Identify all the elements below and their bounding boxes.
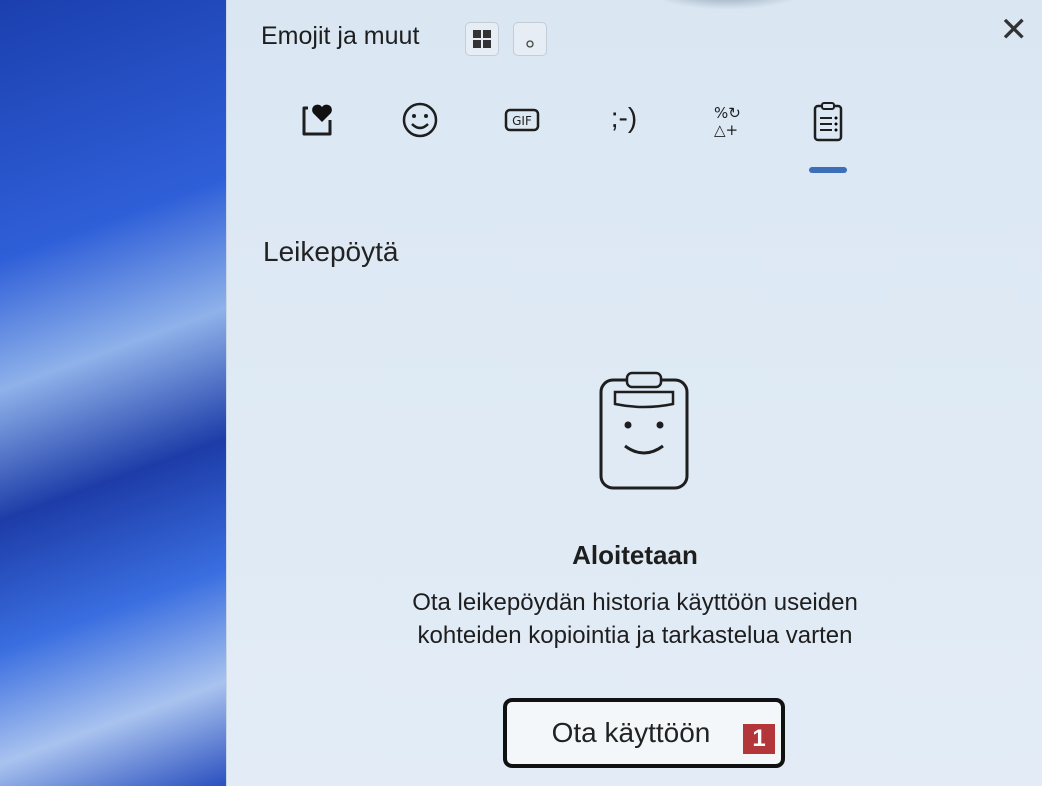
enable-clipboard-history-button[interactable]: Ota käyttöön 1 [503, 698, 785, 768]
panel-title: Emojit ja muut [261, 22, 420, 50]
gif-icon: GIF [504, 108, 540, 132]
description-line: kohteiden kopiointia ja tarkastelua vart… [417, 622, 853, 649]
svg-text:△+: △+ [714, 121, 738, 139]
empty-state-description: Ota leikepöydän historia käyttöön useide… [227, 586, 1042, 652]
dot-icon [526, 40, 534, 48]
compact-view-button[interactable] [513, 22, 547, 56]
empty-state-heading: Aloitetaan [572, 540, 698, 570]
desktop-wallpaper [0, 0, 226, 786]
svg-text:%↻: %↻ [714, 104, 741, 122]
tab-emoji[interactable] [369, 100, 471, 160]
description-line: Ota leikepöydän historia käyttöön useide… [412, 589, 858, 616]
svg-text:GIF: GIF [512, 114, 532, 128]
clipboard-smiley-illustration [599, 371, 689, 490]
section-title: Leikepöytä [263, 236, 399, 267]
tab-symbols[interactable]: %↻ △+ [675, 100, 777, 160]
grid-view-button[interactable] [465, 22, 499, 56]
clipboard-icon [813, 102, 843, 142]
tab-clipboard[interactable] [777, 100, 879, 173]
emoji-panel: Emojit ja muut ✕ GIF ;-) %↻ △+ Leikepöytä… [226, 0, 1042, 786]
heart-icon [302, 104, 332, 136]
category-tabs: GIF ;-) %↻ △+ [267, 100, 879, 173]
smiley-icon [402, 102, 438, 138]
annotation-badge: 1 [743, 724, 775, 754]
tab-favorites[interactable] [267, 100, 369, 160]
tab-kaomoji[interactable]: ;-) [573, 100, 675, 160]
symbols-icon: %↻△+ [714, 104, 741, 139]
close-button[interactable]: ✕ [1000, 10, 1029, 50]
grid-icon [473, 30, 491, 48]
button-label: Ota käyttöön [551, 717, 711, 748]
tab-gif[interactable]: GIF [471, 100, 573, 160]
shadow [647, 0, 807, 10]
